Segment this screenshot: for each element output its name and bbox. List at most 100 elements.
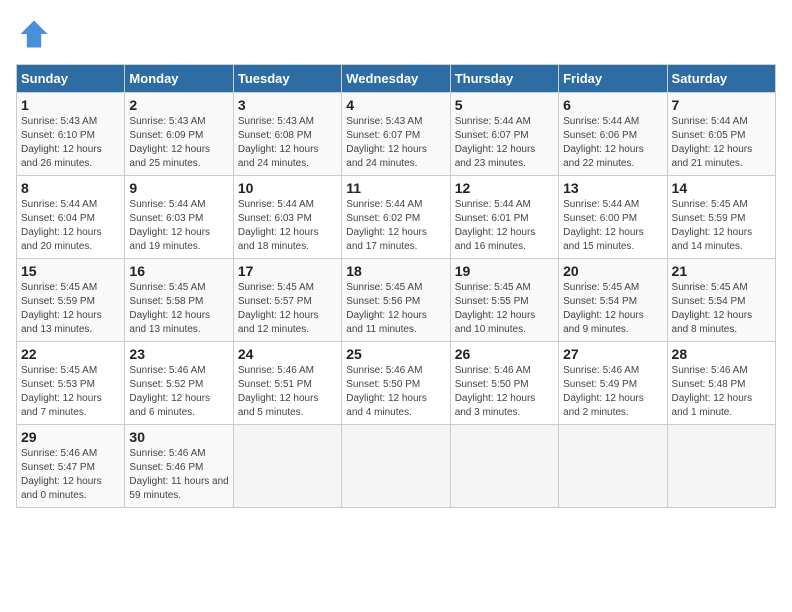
day-number: 19 [455,263,554,279]
calendar-cell: 8Sunrise: 5:44 AMSunset: 6:04 PMDaylight… [17,176,125,259]
day-info: Sunrise: 5:45 AMSunset: 5:58 PMDaylight:… [129,281,228,337]
day-number: 16 [129,263,228,279]
logo [16,16,58,52]
day-info: Sunrise: 5:46 AMSunset: 5:47 PMDaylight:… [21,447,120,503]
day-info: Sunrise: 5:45 AMSunset: 5:54 PMDaylight:… [563,281,662,337]
day-info: Sunrise: 5:46 AMSunset: 5:48 PMDaylight:… [672,364,771,420]
day-number: 2 [129,97,228,113]
day-info: Sunrise: 5:45 AMSunset: 5:59 PMDaylight:… [672,198,771,254]
week-row-3: 15 Sunrise: 5:45 AMSunset: 5:59 PMDayligh… [17,259,776,342]
weekday-header-thursday: Thursday [450,65,558,93]
day-number: 20 [563,263,662,279]
calendar-cell: 22 Sunrise: 5:45 AMSunset: 5:53 PMDayligh… [17,342,125,425]
calendar-cell: 26 Sunrise: 5:46 AMSunset: 5:50 PMDayligh… [450,342,558,425]
week-row-4: 22 Sunrise: 5:45 AMSunset: 5:53 PMDayligh… [17,342,776,425]
calendar-cell: 1 Sunrise: 5:43 AMSunset: 6:10 PMDaylight… [17,93,125,176]
day-info: Sunrise: 5:46 AMSunset: 5:51 PMDaylight:… [238,364,337,420]
calendar-cell: 9 Sunrise: 5:44 AMSunset: 6:03 PMDaylight… [125,176,233,259]
day-info: Sunrise: 5:46 AMSunset: 5:50 PMDaylight:… [455,364,554,420]
day-number: 14 [672,180,771,196]
day-number: 12 [455,180,554,196]
calendar-table: SundayMondayTuesdayWednesdayThursdayFrid… [16,64,776,508]
calendar-cell: 17 Sunrise: 5:45 AMSunset: 5:57 PMDayligh… [233,259,341,342]
day-info: Sunrise: 5:45 AMSunset: 5:56 PMDaylight:… [346,281,445,337]
day-info: Sunrise: 5:43 AMSunset: 6:08 PMDaylight:… [238,115,337,171]
week-row-1: 1 Sunrise: 5:43 AMSunset: 6:10 PMDaylight… [17,93,776,176]
weekday-header-row: SundayMondayTuesdayWednesdayThursdayFrid… [17,65,776,93]
weekday-header-friday: Friday [559,65,667,93]
calendar-cell: 21Sunrise: 5:45 AMSunset: 5:54 PMDayligh… [667,259,775,342]
calendar-cell: 10 Sunrise: 5:44 AMSunset: 6:03 PMDayligh… [233,176,341,259]
calendar-cell: 19 Sunrise: 5:45 AMSunset: 5:55 PMDayligh… [450,259,558,342]
calendar-cell [667,425,775,508]
day-number: 8 [21,180,120,196]
day-number: 5 [455,97,554,113]
day-number: 10 [238,180,337,196]
day-info: Sunrise: 5:46 AMSunset: 5:50 PMDaylight:… [346,364,445,420]
day-number: 23 [129,346,228,362]
day-number: 4 [346,97,445,113]
day-number: 27 [563,346,662,362]
day-info: Sunrise: 5:43 AMSunset: 6:09 PMDaylight:… [129,115,228,171]
day-info: Sunrise: 5:46 AMSunset: 5:46 PMDaylight:… [129,447,228,503]
day-number: 26 [455,346,554,362]
day-info: Sunrise: 5:44 AMSunset: 6:03 PMDaylight:… [238,198,337,254]
day-number: 13 [563,180,662,196]
calendar-cell: 11 Sunrise: 5:44 AMSunset: 6:02 PMDayligh… [342,176,450,259]
day-number: 28 [672,346,771,362]
day-info: Sunrise: 5:46 AMSunset: 5:49 PMDaylight:… [563,364,662,420]
day-number: 1 [21,97,120,113]
calendar-cell: 16 Sunrise: 5:45 AMSunset: 5:58 PMDayligh… [125,259,233,342]
day-info: Sunrise: 5:43 AMSunset: 6:07 PMDaylight:… [346,115,445,171]
day-number: 29 [21,429,120,445]
calendar-cell: 30 Sunrise: 5:46 AMSunset: 5:46 PMDayligh… [125,425,233,508]
day-info: Sunrise: 5:45 AMSunset: 5:53 PMDaylight:… [21,364,120,420]
calendar-cell: 12 Sunrise: 5:44 AMSunset: 6:01 PMDayligh… [450,176,558,259]
weekday-header-monday: Monday [125,65,233,93]
day-number: 22 [21,346,120,362]
weekday-header-sunday: Sunday [17,65,125,93]
calendar-cell: 4 Sunrise: 5:43 AMSunset: 6:07 PMDaylight… [342,93,450,176]
calendar-cell [233,425,341,508]
day-number: 24 [238,346,337,362]
calendar-cell [342,425,450,508]
day-number: 21 [672,263,771,279]
day-number: 30 [129,429,228,445]
day-info: Sunrise: 5:44 AMSunset: 6:05 PMDaylight:… [672,115,771,171]
calendar-cell: 15 Sunrise: 5:45 AMSunset: 5:59 PMDayligh… [17,259,125,342]
day-number: 9 [129,180,228,196]
day-number: 25 [346,346,445,362]
calendar-cell: 5Sunrise: 5:44 AMSunset: 6:07 PMDaylight… [450,93,558,176]
day-info: Sunrise: 5:44 AMSunset: 6:06 PMDaylight:… [563,115,662,171]
calendar-cell: 7 Sunrise: 5:44 AMSunset: 6:05 PMDaylight… [667,93,775,176]
day-info: Sunrise: 5:43 AMSunset: 6:10 PMDaylight:… [21,115,120,171]
day-info: Sunrise: 5:45 AMSunset: 5:55 PMDaylight:… [455,281,554,337]
calendar-cell: 20 Sunrise: 5:45 AMSunset: 5:54 PMDayligh… [559,259,667,342]
day-number: 15 [21,263,120,279]
day-number: 11 [346,180,445,196]
logo-icon [16,16,52,52]
calendar-cell: 23 Sunrise: 5:46 AMSunset: 5:52 PMDayligh… [125,342,233,425]
week-row-2: 8Sunrise: 5:44 AMSunset: 6:04 PMDaylight… [17,176,776,259]
week-row-5: 29 Sunrise: 5:46 AMSunset: 5:47 PMDayligh… [17,425,776,508]
day-number: 3 [238,97,337,113]
calendar-cell: 14 Sunrise: 5:45 AMSunset: 5:59 PMDayligh… [667,176,775,259]
day-info: Sunrise: 5:46 AMSunset: 5:52 PMDaylight:… [129,364,228,420]
calendar-cell: 29 Sunrise: 5:46 AMSunset: 5:47 PMDayligh… [17,425,125,508]
day-info: Sunrise: 5:44 AMSunset: 6:02 PMDaylight:… [346,198,445,254]
day-number: 18 [346,263,445,279]
day-info: Sunrise: 5:44 AMSunset: 6:01 PMDaylight:… [455,198,554,254]
calendar-cell: 2 Sunrise: 5:43 AMSunset: 6:09 PMDaylight… [125,93,233,176]
weekday-header-saturday: Saturday [667,65,775,93]
calendar-cell: 3 Sunrise: 5:43 AMSunset: 6:08 PMDaylight… [233,93,341,176]
day-info: Sunrise: 5:44 AMSunset: 6:03 PMDaylight:… [129,198,228,254]
calendar-cell: 28 Sunrise: 5:46 AMSunset: 5:48 PMDayligh… [667,342,775,425]
day-number: 6 [563,97,662,113]
day-number: 17 [238,263,337,279]
day-number: 7 [672,97,771,113]
calendar-cell [559,425,667,508]
day-info: Sunrise: 5:45 AMSunset: 5:59 PMDaylight:… [21,281,120,337]
day-info: Sunrise: 5:45 AMSunset: 5:57 PMDaylight:… [238,281,337,337]
day-info: Sunrise: 5:44 AMSunset: 6:00 PMDaylight:… [563,198,662,254]
calendar-cell: 13 Sunrise: 5:44 AMSunset: 6:00 PMDayligh… [559,176,667,259]
